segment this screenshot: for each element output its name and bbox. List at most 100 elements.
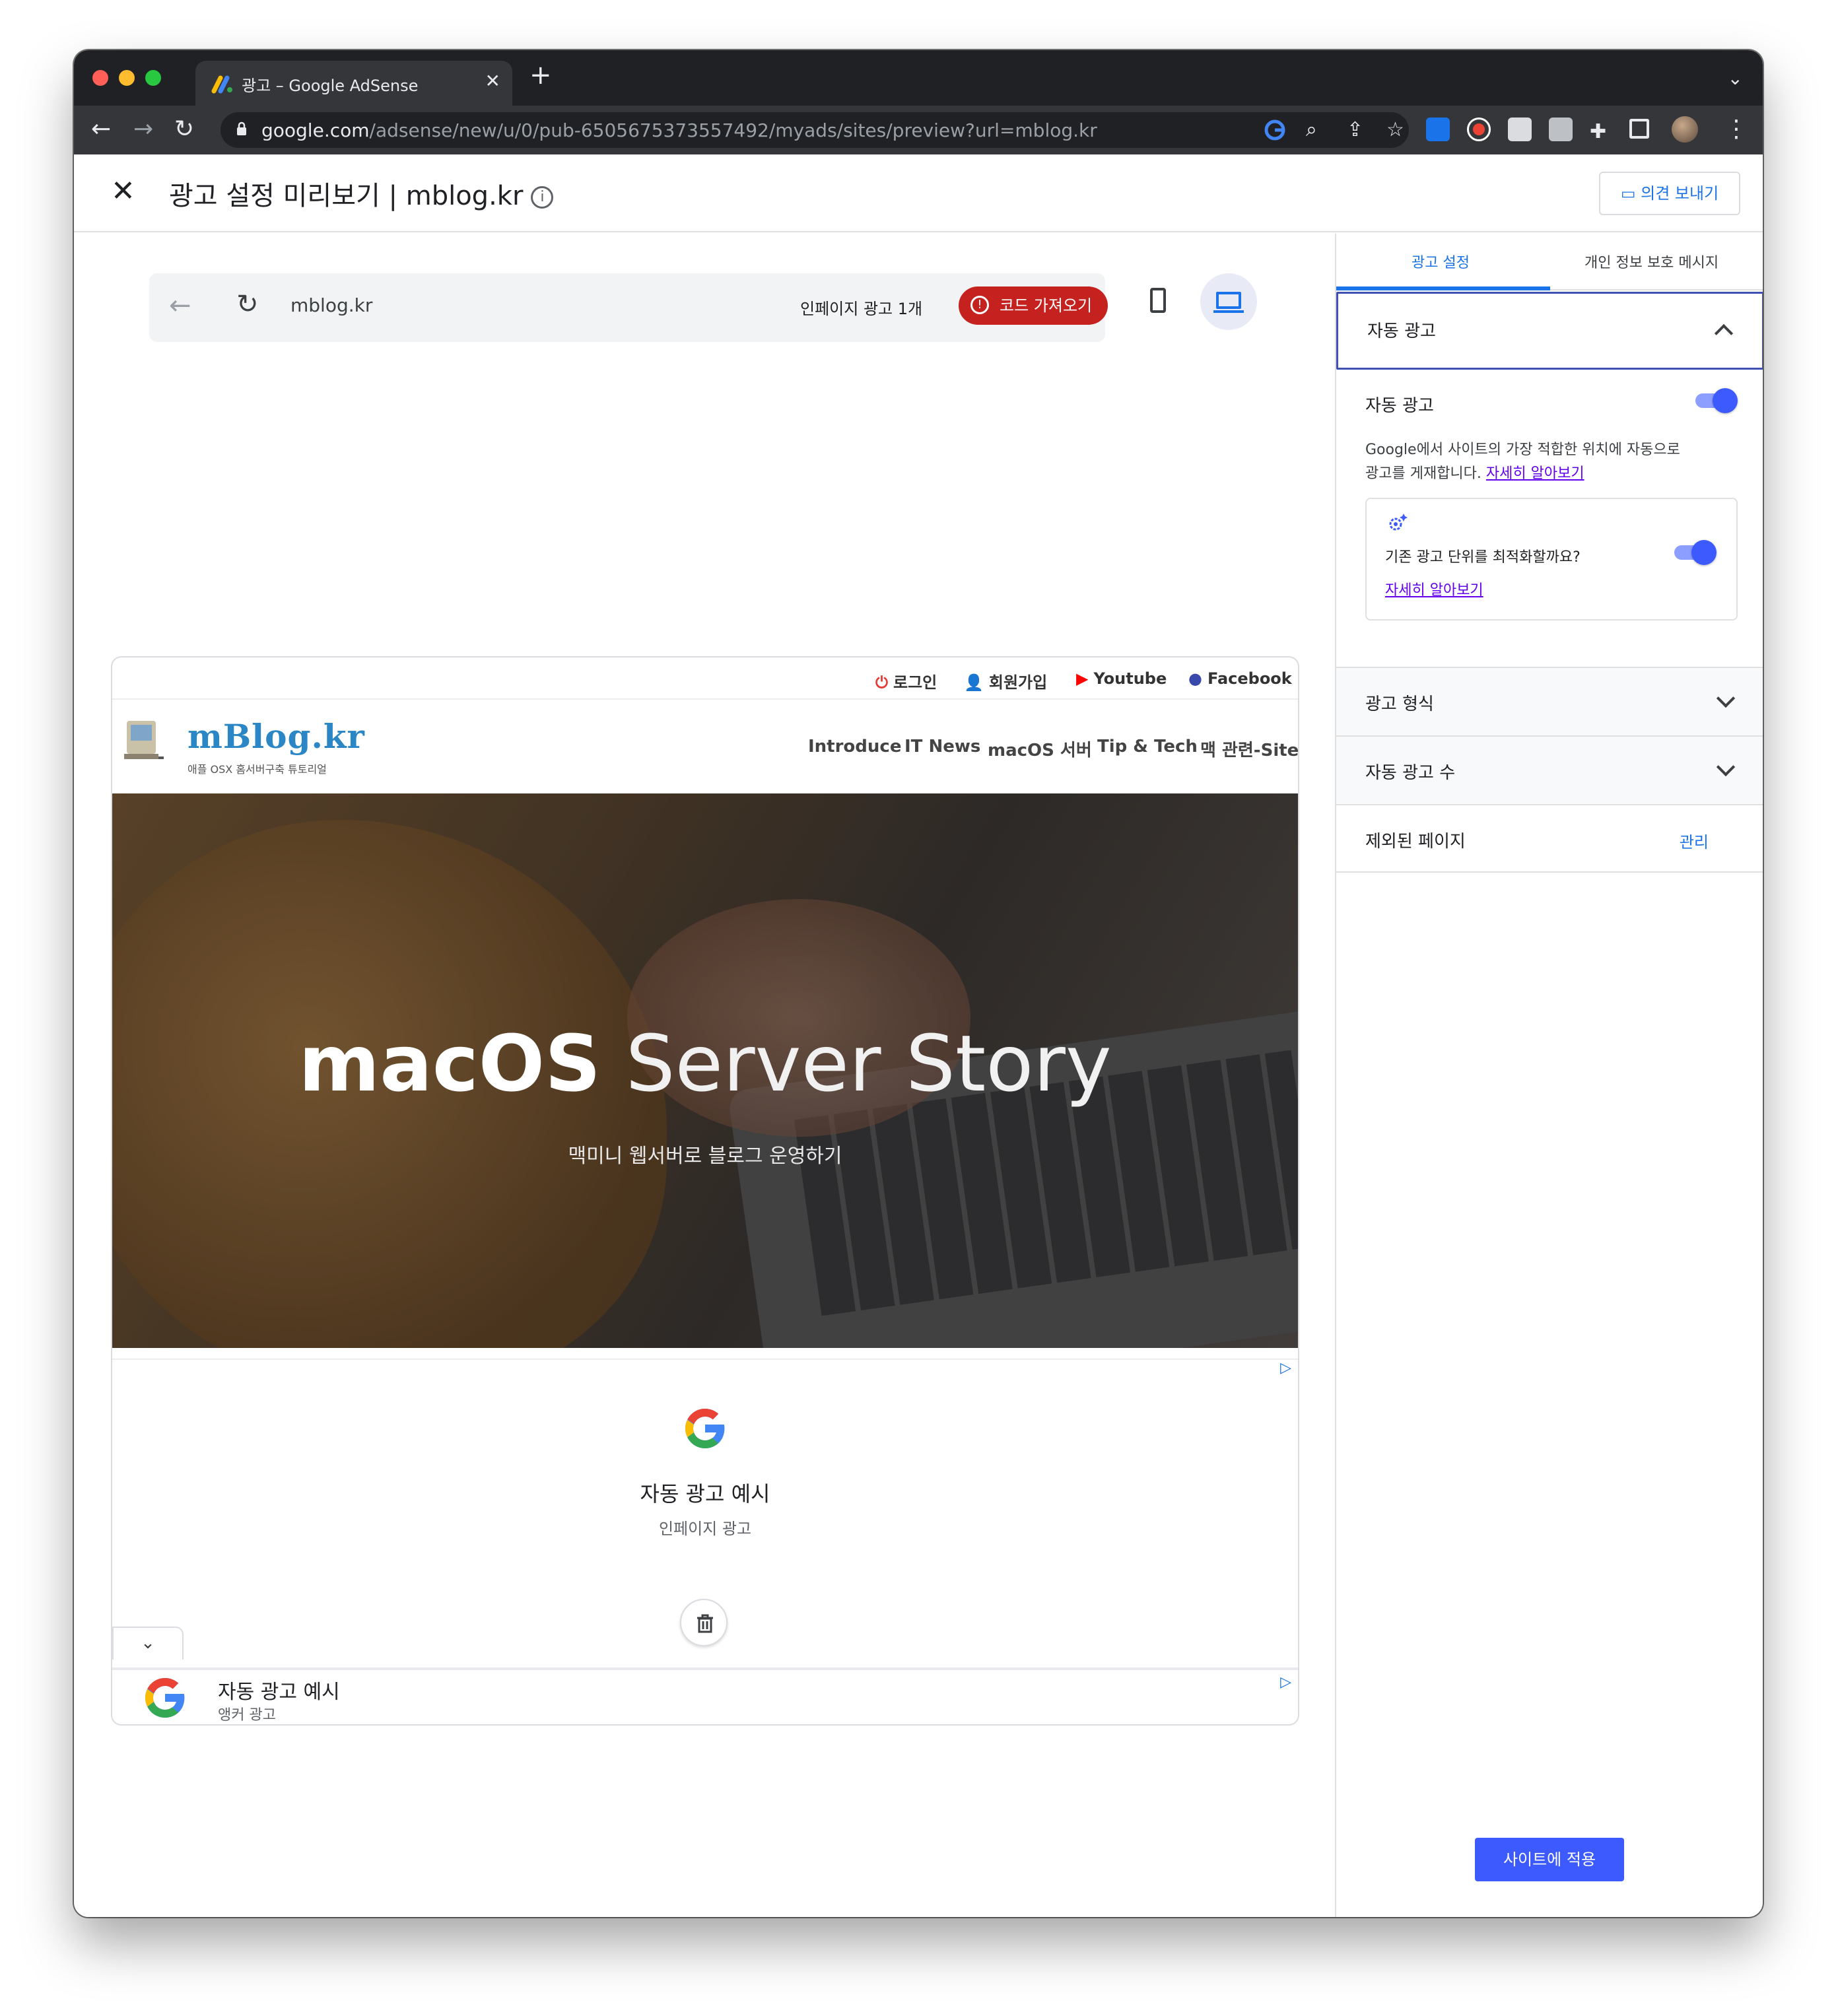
page-header: ✕ 광고 설정 미리보기 | mblog.kr i ▭ 의견 보내기 (74, 154, 1763, 232)
chevron-down-icon (1716, 757, 1736, 777)
note-extension-icon[interactable] (1508, 118, 1532, 141)
profile-avatar[interactable] (1672, 116, 1698, 143)
alert-icon: ! (970, 296, 989, 314)
site-signup-link[interactable]: 👤 회원가입 (964, 669, 1047, 692)
site-tagline: 애플 OSX 홈서버구축 튜토리얼 (187, 763, 327, 776)
tab-bar: 광고 – Google AdSense ✕ + ⌄ (74, 50, 1763, 106)
inpage-ad-subtitle: 인페이지 광고 (658, 1520, 752, 1538)
tab-search-chevron-icon[interactable]: ⌄ (1728, 67, 1743, 89)
google-lens-icon[interactable] (1264, 119, 1286, 141)
preview-area: ← ↻ mblog.kr 인페이지 광고 1개 ! 코드 가져오기 ⏻ 로그인 👤 회… (74, 234, 1368, 1917)
settings-sidebar: 광고 설정 개인 정보 보호 메시지 자동 광고 자동 광고 Google에서 … (1335, 234, 1763, 1917)
youtube-icon: ▶ (1076, 669, 1089, 688)
apply-to-site-button[interactable]: 사이트에 적용 (1475, 1838, 1624, 1881)
tab-title: 광고 – Google AdSense (242, 77, 419, 95)
auto-ads-section-title: 자동 광고 (1367, 321, 1436, 341)
google-g-icon (145, 1678, 185, 1718)
add-user-icon: 👤 (964, 673, 984, 692)
feedback-button[interactable]: ▭ 의견 보내기 (1599, 172, 1740, 215)
ad-load-title: 자동 광고 수 (1365, 763, 1456, 783)
url-text: google.com/adsense/new/u/0/pub-650567537… (261, 119, 1097, 141)
close-window-button[interactable] (92, 70, 108, 86)
ad-load-section[interactable]: 자동 광고 수 (1336, 735, 1763, 804)
feedback-icon: ▭ (1620, 184, 1641, 203)
anchor-ad-title: 자동 광고 예시 (218, 1681, 340, 1704)
tab-privacy-messages[interactable]: 개인 정보 보호 메시지 (1584, 251, 1719, 272)
site-logo[interactable]: mBlog.kr (187, 717, 365, 756)
page-title: 광고 설정 미리보기 | mblog.kr i (169, 174, 554, 213)
minimize-window-button[interactable] (119, 70, 135, 86)
info-icon[interactable]: i (531, 186, 554, 209)
bookmark-star-icon[interactable]: ☆ (1386, 119, 1404, 141)
share-icon[interactable]: ⇪ (1347, 119, 1363, 141)
manage-excluded-link[interactable]: 관리 (1680, 829, 1709, 852)
auto-ads-toggle-label: 자동 광고 (1365, 396, 1434, 416)
inpage-ad-placeholder[interactable]: ▷ 자동 광고 예시 인페이지 광고 (112, 1359, 1298, 1660)
adsense-page: ✕ 광고 설정 미리보기 | mblog.kr i ▭ 의견 보내기 ← ↻ mb… (74, 154, 1763, 1917)
reload-icon[interactable]: ↻ (174, 115, 194, 144)
ad-formats-title: 광고 형식 (1365, 694, 1434, 714)
collapse-anchor-icon[interactable]: ⌄ (112, 1627, 184, 1660)
chevron-up-icon (1714, 323, 1734, 343)
hero-subtitle: 맥미니 웹서버로 블로그 운영하기 (568, 1145, 842, 1168)
ad-count-label: 인페이지 광고 1개 (800, 300, 923, 318)
active-tab-indicator (1336, 286, 1550, 290)
browser-window: 광고 – Google AdSense ✕ + ⌄ ← → ↻ google.c… (74, 50, 1763, 1917)
site-menu-introduce[interactable]: Introduce (808, 737, 901, 756)
sidebar-tabs: 광고 설정 개인 정보 보호 메시지 (1336, 234, 1763, 290)
site-header: mBlog.kr 애플 OSX 홈서버구축 튜토리얼 Introduce IT … (112, 700, 1298, 793)
optimize-units-card: 기존 광고 단위를 최적화할까요? 자세히 알아보기 (1365, 498, 1738, 621)
back-icon[interactable]: ← (91, 115, 111, 144)
close-preview-icon[interactable]: ✕ (111, 174, 135, 208)
tab-ad-settings[interactable]: 광고 설정 (1412, 251, 1470, 272)
browser-tab[interactable]: 광고 – Google AdSense ✕ (195, 61, 512, 106)
preview-reload-icon[interactable]: ↻ (236, 289, 259, 319)
browser-toolbar: ← → ↻ google.com/adsense/new/u/0/pub-650… (74, 106, 1763, 154)
optimize-toggle[interactable] (1672, 540, 1717, 565)
zoom-icon[interactable]: ⌕ (1306, 119, 1317, 141)
site-facebook-link[interactable]: ● Facebook (1188, 669, 1292, 688)
site-menu-tip-tech[interactable]: Tip & Tech (1097, 737, 1198, 756)
google-g-icon (685, 1409, 725, 1448)
ad-formats-section[interactable]: 광고 형식 (1336, 667, 1763, 735)
record-extension-icon[interactable] (1467, 118, 1491, 141)
tab-close-icon[interactable]: ✕ (485, 70, 500, 92)
laptop-icon (1216, 292, 1241, 309)
zoom-window-button[interactable] (145, 70, 161, 86)
learn-more-link[interactable]: 자세히 알아보기 (1486, 465, 1584, 482)
site-preview: ⏻ 로그인 👤 회원가입 ▶ Youtube ● Facebook mBlog.kr 애… (111, 656, 1299, 1726)
site-login-link[interactable]: ⏻ 로그인 (875, 669, 937, 692)
site-youtube-link[interactable]: ▶ Youtube (1076, 669, 1167, 688)
site-menu-macos-server[interactable]: macOS 서버 (988, 737, 1092, 761)
preview-back-icon[interactable]: ← (169, 290, 191, 321)
new-tab-button[interactable]: + (529, 62, 552, 88)
auto-ads-accordion-header[interactable]: 자동 광고 (1336, 292, 1763, 370)
side-panel-icon[interactable] (1629, 119, 1649, 139)
preview-url: mblog.kr (290, 294, 373, 316)
mobile-view-icon[interactable] (1150, 288, 1166, 313)
excluded-pages-title: 제외된 페이지 (1365, 832, 1466, 852)
screenshot-extension-icon[interactable] (1549, 118, 1573, 141)
optimize-learn-more-link[interactable]: 자세히 알아보기 (1385, 578, 1483, 599)
anchor-ad-placeholder[interactable]: ▷ 자동 광고 예시 앵커 광고 (112, 1667, 1298, 1724)
site-menu-mac-sites[interactable]: 맥 관련-Site (1200, 737, 1298, 761)
forward-icon[interactable]: → (133, 115, 153, 144)
desktop-view-button[interactable] (1200, 273, 1257, 330)
hero-banner: macOS Server Story 맥미니 웹서버로 블로그 운영하기 (112, 793, 1298, 1348)
delete-ad-button[interactable] (680, 1599, 728, 1646)
adchoices-icon[interactable]: ▷ (1280, 1360, 1291, 1376)
more-menu-icon[interactable]: ⋮ (1724, 115, 1748, 144)
address-bar[interactable]: google.com/adsense/new/u/0/pub-650567537… (221, 112, 1409, 148)
get-code-button[interactable]: ! 코드 가져오기 (959, 286, 1108, 325)
facebook-icon: ● (1188, 669, 1202, 688)
auto-ads-toggle[interactable] (1693, 388, 1738, 413)
lock-icon (237, 121, 246, 135)
optimize-label: 기존 광고 단위를 최적화할까요? (1385, 549, 1581, 566)
power-icon: ⏻ (875, 673, 888, 692)
extensions-puzzle-icon[interactable]: ✚ (1590, 118, 1606, 147)
preview-url-bar: ← ↻ mblog.kr 인페이지 광고 1개 ! 코드 가져오기 (149, 273, 1108, 342)
site-menu-it-news[interactable]: IT News (904, 737, 980, 756)
site-top-links: ⏻ 로그인 👤 회원가입 ▶ Youtube ● Facebook (112, 657, 1298, 700)
anchor-adchoices-icon[interactable]: ▷ (1280, 1674, 1291, 1691)
download-extension-icon[interactable] (1426, 118, 1450, 141)
